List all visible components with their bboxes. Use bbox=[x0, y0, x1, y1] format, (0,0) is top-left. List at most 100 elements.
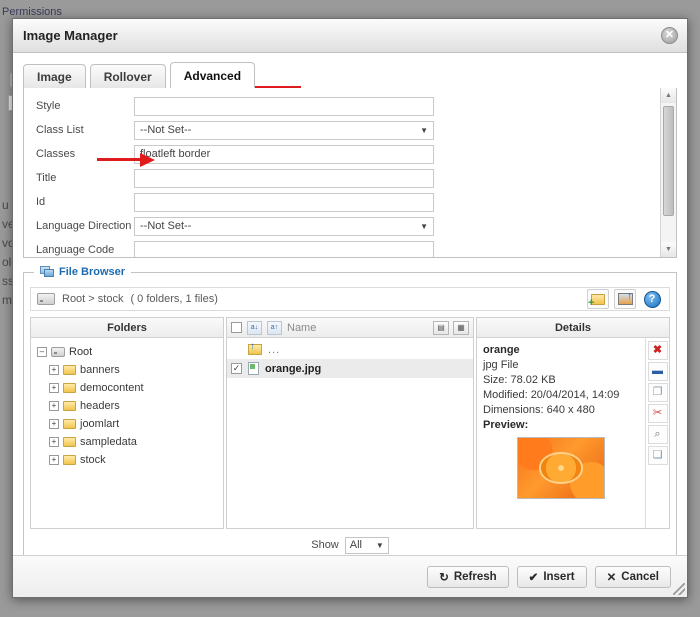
collapse-icon[interactable]: – bbox=[37, 347, 47, 357]
expand-icon[interactable]: + bbox=[49, 365, 59, 375]
scrollbar-thumb[interactable] bbox=[663, 106, 674, 216]
field-label: Style bbox=[36, 100, 61, 112]
new-folder-button[interactable] bbox=[587, 289, 609, 309]
cancel-button[interactable]: ✕ Cancel bbox=[594, 565, 671, 588]
id-input[interactable] bbox=[134, 192, 434, 212]
file-checkbox[interactable]: ✓ bbox=[231, 363, 242, 374]
advanced-form-fields: Style Class List --Not Set-- ▼ Classes f… bbox=[24, 88, 660, 257]
file-browser-icon bbox=[40, 265, 54, 278]
advanced-form-panel: Style Class List --Not Set-- ▼ Classes f… bbox=[23, 88, 677, 258]
chevron-down-icon: ▼ bbox=[375, 540, 384, 550]
check-icon: ✔ bbox=[528, 571, 539, 584]
style-input[interactable] bbox=[134, 96, 434, 116]
tree-item-stock[interactable]: + stock bbox=[37, 451, 223, 469]
form-scrollbar[interactable]: ▲ ▼ bbox=[660, 88, 676, 257]
rename-icon[interactable]: ▬ bbox=[647, 362, 668, 381]
upload-image-button[interactable] bbox=[614, 289, 636, 309]
folder-icon bbox=[63, 437, 76, 447]
folders-header: Folders bbox=[31, 318, 223, 338]
show-filter-select[interactable]: All ▼ bbox=[344, 536, 389, 554]
files-name-column-header[interactable]: Name bbox=[287, 322, 316, 334]
thumbnail-view-icon[interactable]: ▦ bbox=[453, 320, 469, 335]
detail-preview-label: Preview: bbox=[483, 419, 529, 431]
expand-icon[interactable]: + bbox=[49, 401, 59, 411]
resize-handle[interactable] bbox=[673, 583, 685, 595]
sort-descending-icon[interactable]: a↑ bbox=[267, 320, 282, 335]
select-all-checkbox[interactable] bbox=[231, 322, 242, 333]
delete-icon[interactable]: ✖ bbox=[647, 341, 668, 360]
files-header: a↓ a↑ Name ▤ ▦ bbox=[227, 318, 473, 338]
button-label: Refresh bbox=[453, 570, 497, 583]
details-info: orange jpg File Size: 78.02 KB Modified:… bbox=[477, 338, 645, 528]
expand-icon[interactable]: + bbox=[49, 437, 59, 447]
folder-icon bbox=[63, 365, 76, 375]
show-label: Show bbox=[311, 539, 339, 551]
list-item[interactable]: ✓ orange.jpg bbox=[227, 359, 473, 378]
folders-pane: Folders – Root + banners + democontent +… bbox=[30, 317, 224, 529]
tree-item-democontent[interactable]: + democontent bbox=[37, 379, 223, 397]
tab-rollover[interactable]: Rollover bbox=[89, 64, 166, 88]
expand-icon[interactable]: + bbox=[49, 419, 59, 429]
form-row-class-list: Class List --Not Set-- ▼ bbox=[36, 118, 660, 142]
button-label: Insert bbox=[543, 570, 575, 583]
folder-icon bbox=[63, 401, 76, 411]
sort-ascending-icon[interactable]: a↓ bbox=[247, 320, 262, 335]
tab-image[interactable]: Image bbox=[23, 64, 86, 88]
file-list: ... ✓ orange.jpg bbox=[227, 338, 473, 378]
tab-label: Rollover bbox=[103, 69, 152, 84]
tree-item-sampledata[interactable]: + sampledata bbox=[37, 433, 223, 451]
tree-item-label: headers bbox=[80, 400, 120, 412]
list-item[interactable]: ... bbox=[227, 340, 473, 359]
language-direction-select[interactable]: --Not Set-- ▼ bbox=[134, 216, 434, 236]
show-filter-value: All bbox=[349, 539, 362, 551]
field-label: Title bbox=[36, 172, 57, 184]
details-pane: Details orange jpg File Size: 78.02 KB M… bbox=[476, 317, 670, 529]
expand-icon[interactable]: + bbox=[49, 455, 59, 465]
form-row-id: Id bbox=[36, 190, 660, 214]
folder-icon bbox=[63, 419, 76, 429]
form-row-style: Style bbox=[36, 94, 660, 118]
list-view-icon[interactable]: ▤ bbox=[433, 320, 449, 335]
class-list-select[interactable]: --Not Set-- ▼ bbox=[134, 120, 434, 140]
tree-item-label: Root bbox=[69, 346, 93, 358]
dialog-footer: ↻ Refresh ✔ Insert ✕ Cancel bbox=[13, 555, 687, 597]
field-label: Language Code bbox=[36, 244, 115, 256]
form-row-language-direction: Language Direction --Not Set-- ▼ bbox=[36, 214, 660, 238]
files-view-tools: ▤ ▦ bbox=[433, 320, 469, 335]
path-bar: Root > stock ( 0 folders, 1 files) ? bbox=[30, 287, 670, 311]
tree-item-headers[interactable]: + headers bbox=[37, 397, 223, 415]
chevron-down-icon: ▼ bbox=[420, 125, 428, 135]
language-code-input[interactable] bbox=[134, 240, 434, 257]
chevron-down-icon: ▼ bbox=[420, 221, 428, 231]
files-pane: a↓ a↑ Name ▤ ▦ ... ✓ bbox=[226, 317, 474, 529]
preview-image bbox=[517, 437, 605, 499]
tab-advanced[interactable]: Advanced bbox=[169, 62, 256, 88]
file-browser-toolbar: ? bbox=[587, 289, 663, 309]
copy-icon[interactable]: ❐ bbox=[647, 383, 668, 402]
view-icon[interactable]: ⌕ bbox=[647, 425, 668, 444]
form-row-classes: Classes floatleft border bbox=[36, 142, 660, 166]
file-browser-legend: File Browser bbox=[34, 265, 132, 278]
background-permissions-link[interactable]: Permissions bbox=[2, 6, 62, 18]
tree-item-banners[interactable]: + banners bbox=[37, 361, 223, 379]
folder-icon bbox=[63, 455, 76, 465]
folder-tree: – Root + banners + democontent + headers… bbox=[31, 338, 223, 469]
insert-button[interactable]: ✔ Insert bbox=[516, 565, 587, 588]
tree-item-joomlart[interactable]: + joomlart bbox=[37, 415, 223, 433]
paste-icon[interactable]: ❏ bbox=[647, 446, 668, 465]
field-value: floatleft border bbox=[140, 148, 211, 160]
scroll-up-icon[interactable]: ▲ bbox=[661, 88, 676, 103]
help-button[interactable]: ? bbox=[641, 289, 663, 309]
scroll-down-icon[interactable]: ▼ bbox=[661, 242, 676, 257]
tree-item-root[interactable]: – Root bbox=[37, 343, 223, 361]
cut-icon[interactable]: ✂ bbox=[647, 404, 668, 423]
classes-input[interactable]: floatleft border bbox=[134, 144, 434, 164]
title-input[interactable] bbox=[134, 168, 434, 188]
refresh-icon: ↻ bbox=[439, 571, 449, 584]
close-icon[interactable]: ✕ bbox=[661, 27, 678, 44]
breadcrumb[interactable]: Root > stock bbox=[62, 293, 123, 305]
details-body: orange jpg File Size: 78.02 KB Modified:… bbox=[477, 338, 669, 528]
expand-icon[interactable]: + bbox=[49, 383, 59, 393]
image-manager-dialog: Image Manager ✕ Image Rollover Advanced … bbox=[12, 18, 688, 598]
refresh-button[interactable]: ↻ Refresh bbox=[427, 565, 509, 588]
